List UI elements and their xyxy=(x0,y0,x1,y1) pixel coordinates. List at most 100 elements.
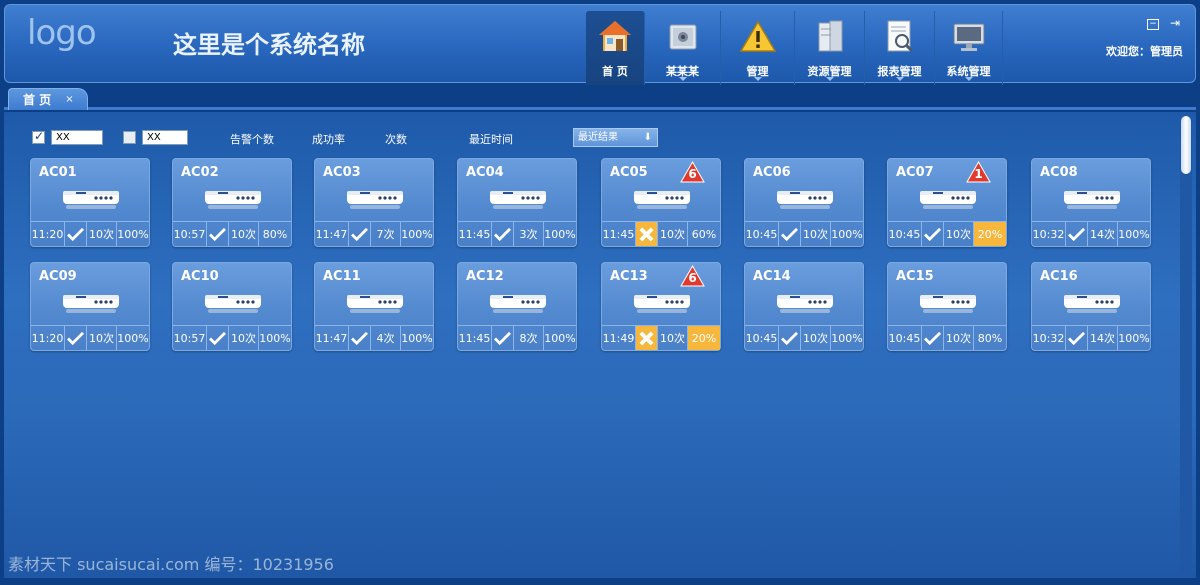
chevron-down-icon xyxy=(825,77,834,81)
alarm-badge-icon[interactable]: 1 xyxy=(966,160,991,183)
success-rate: 80% xyxy=(977,331,1003,345)
check-icon xyxy=(65,222,87,246)
cross-icon xyxy=(636,326,658,350)
success-rate: 20% xyxy=(688,326,720,350)
device-stats: 10:45 10次 80% xyxy=(888,325,1006,350)
check-icon xyxy=(779,326,801,350)
nav-item-resource[interactable]: 资源管理 xyxy=(795,11,865,85)
label-recent-time: 最近时间 xyxy=(469,133,513,146)
device-card[interactable]: AC05 6 11:45 10次 60% xyxy=(601,158,721,247)
router-icon xyxy=(489,293,547,313)
run-count: 10次 xyxy=(658,326,688,350)
device-card[interactable]: AC13 6 11:49 10次 20% xyxy=(601,262,721,351)
nav-item-manage[interactable]: 管理 xyxy=(721,11,795,85)
cross-icon xyxy=(636,222,658,246)
device-card[interactable]: AC02 10:57 10次 80% xyxy=(172,158,292,247)
device-card[interactable]: AC03 11:47 7次 100% xyxy=(314,158,434,247)
device-name: AC02 xyxy=(181,165,219,180)
safe-icon xyxy=(669,24,696,50)
success-rate: 80% xyxy=(262,227,288,241)
device-stats: 10:57 10次 100% xyxy=(173,325,291,350)
success-rate: 100% xyxy=(401,331,433,345)
tab-home[interactable]: 首 页 × xyxy=(8,88,88,110)
device-stats: 11:20 10次 100% xyxy=(31,221,149,246)
welcome-text: 欢迎您：管理员 xyxy=(1106,45,1183,58)
label-alarm-count: 告警个数 xyxy=(230,133,274,146)
run-count: 10次 xyxy=(87,222,117,246)
report-search-icon xyxy=(887,20,913,53)
server-icon xyxy=(818,20,842,52)
device-name: AC08 xyxy=(1040,165,1078,180)
alarm-badge-icon[interactable]: 6 xyxy=(680,160,705,183)
device-card[interactable]: AC16 10:32 14次 100% xyxy=(1031,262,1151,351)
logout-icon[interactable]: ⇥ xyxy=(1169,17,1181,30)
nav-item-home[interactable]: 首 页 xyxy=(586,11,645,85)
scrollbar[interactable] xyxy=(1180,114,1192,574)
device-name: AC16 xyxy=(1040,269,1078,284)
device-name: AC01 xyxy=(39,165,77,180)
device-card[interactable]: AC12 11:45 8次 100% xyxy=(457,262,577,351)
filter-input-1[interactable]: XX xyxy=(51,130,103,145)
alarm-count: 6 xyxy=(688,167,697,181)
device-card[interactable]: AC04 11:45 3次 100% xyxy=(457,158,577,247)
last-time: 11:45 xyxy=(602,222,636,246)
device-card[interactable]: AC10 10:57 10次 100% xyxy=(172,262,292,351)
nav-label: 首 页 xyxy=(602,65,628,78)
device-card[interactable]: AC07 1 10:45 10次 20% xyxy=(887,158,1007,247)
nav-item-report[interactable]: 报表管理 xyxy=(865,11,935,85)
device-card[interactable]: AC09 11:20 10次 100% xyxy=(30,262,150,351)
device-card[interactable]: AC01 11:20 10次 100% xyxy=(30,158,150,247)
device-name: AC11 xyxy=(323,269,361,284)
device-card[interactable]: AC15 10:45 10次 80% xyxy=(887,262,1007,351)
watermark: 素材天下 sucaisucai.com 编号：10231956 xyxy=(8,555,334,574)
check-icon xyxy=(1066,326,1088,350)
check-icon xyxy=(65,326,87,350)
device-stats: 11:45 3次 100% xyxy=(458,221,576,246)
device-stats: 10:45 10次 20% xyxy=(888,221,1006,246)
close-icon[interactable]: × xyxy=(65,94,73,105)
router-icon xyxy=(346,293,404,313)
check-icon xyxy=(349,326,371,350)
chevron-down-icon xyxy=(895,77,904,81)
run-count: 10次 xyxy=(658,222,688,246)
router-icon xyxy=(633,293,691,313)
router-icon xyxy=(776,189,834,209)
check-icon xyxy=(349,222,371,246)
device-card[interactable]: AC08 10:32 14次 100% xyxy=(1031,158,1151,247)
monitor-icon xyxy=(953,23,984,51)
device-stats: 10:32 14次 100% xyxy=(1032,221,1150,246)
last-time: 10:57 xyxy=(173,326,207,350)
router-icon xyxy=(346,189,404,209)
nav-item-mou[interactable]: 某某某 xyxy=(645,11,721,85)
run-count: 4次 xyxy=(371,326,401,350)
checkbox-2[interactable] xyxy=(123,131,136,144)
run-count: 3次 xyxy=(514,222,544,246)
device-card[interactable]: AC11 11:47 4次 100% xyxy=(314,262,434,351)
alarm-badge-icon[interactable]: 6 xyxy=(680,264,705,287)
device-stats: 11:20 10次 100% xyxy=(31,325,149,350)
minimize-icon[interactable]: − xyxy=(1147,19,1159,30)
last-time: 10:45 xyxy=(745,326,779,350)
device-stats: 10:45 10次 100% xyxy=(745,325,863,350)
checkbox-1[interactable]: ✓ xyxy=(32,129,45,144)
scrollbar-thumb[interactable] xyxy=(1181,116,1191,174)
warning-icon xyxy=(739,20,776,52)
device-card[interactable]: AC14 10:45 10次 100% xyxy=(744,262,864,351)
check-icon xyxy=(207,222,229,246)
label-success-rate: 成功率 xyxy=(312,133,345,146)
filter-input-2[interactable]: XX xyxy=(142,130,188,145)
last-time: 10:32 xyxy=(1032,326,1066,350)
chevron-down-icon xyxy=(964,77,973,81)
logo: logo xyxy=(27,13,97,53)
chevron-down-icon xyxy=(678,77,687,81)
device-name: AC15 xyxy=(896,269,934,284)
arrow-down-icon: ⬇ xyxy=(643,132,652,143)
nav-item-system[interactable]: 系统管理 xyxy=(935,11,1003,85)
router-icon xyxy=(62,189,120,209)
sort-select[interactable]: 最近结果 ⬇ xyxy=(573,128,658,147)
device-card[interactable]: AC06 10:45 10次 100% xyxy=(744,158,864,247)
alarm-count: 1 xyxy=(974,167,983,181)
success-rate: 100% xyxy=(831,227,863,241)
router-icon xyxy=(204,293,262,313)
device-name: AC12 xyxy=(466,269,504,284)
